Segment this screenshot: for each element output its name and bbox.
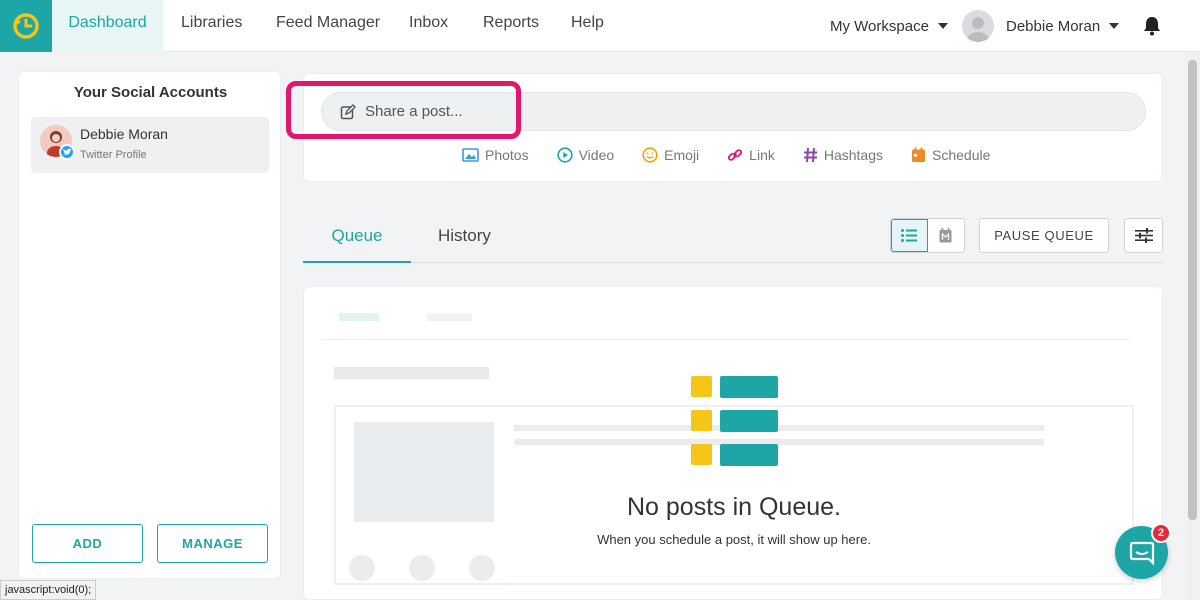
manage-accounts-button[interactable]: MANAGE [157, 524, 268, 563]
list-icon [901, 229, 918, 242]
user-menu[interactable]: Debbie Moran [962, 0, 1120, 52]
link-icon [728, 149, 743, 161]
nav-help[interactable]: Help [571, 0, 604, 52]
calendar-icon [939, 228, 952, 243]
nav-reports[interactable]: Reports [483, 0, 539, 52]
queue-panel: No posts in Queue. When you schedule a p… [303, 286, 1163, 600]
share-post-highlight [286, 81, 521, 139]
chat-icon [1129, 541, 1154, 566]
top-navigation-bar: Dashboard Libraries Feed Manager Inbox R… [0, 0, 1200, 52]
account-type: Twitter Profile [80, 149, 147, 161]
chevron-down-icon [1109, 23, 1120, 29]
account-item[interactable]: Debbie Moran Twitter Profile [31, 117, 269, 173]
clock-logo-icon [13, 13, 39, 39]
empty-state-title: No posts in Queue. [626, 493, 841, 521]
account-name: Debbie Moran [80, 126, 168, 142]
user-avatar-icon [962, 10, 994, 42]
user-name: Debbie Moran [1006, 17, 1101, 35]
social-accounts-sidebar: Your Social Accounts Debbie Moran Twitte… [18, 71, 281, 579]
tab-history[interactable]: History [438, 217, 491, 263]
add-account-button[interactable]: ADD [32, 524, 143, 563]
calendar-icon [912, 147, 926, 162]
photos-button[interactable]: Photos [462, 147, 529, 163]
play-icon [556, 147, 573, 163]
nav-feed-manager[interactable]: Feed Manager [276, 0, 380, 52]
workspace-dropdown[interactable]: My Workspace [830, 0, 948, 52]
emoji-button[interactable]: Emoji [642, 147, 699, 163]
photos-label: Photos [485, 147, 529, 163]
schedule-button[interactable]: Schedule [911, 147, 990, 163]
schedule-label: Schedule [932, 147, 991, 163]
tab-queue[interactable]: Queue [303, 217, 411, 263]
empty-queue-icon [691, 376, 778, 466]
pause-queue-button[interactable]: PAUSE QUEUE [979, 218, 1109, 253]
sidebar-title: Your Social Accounts [73, 84, 228, 101]
hashtags-button[interactable]: Hashtags [803, 147, 883, 163]
notifications-button[interactable] [1143, 0, 1161, 52]
emoji-label: Emoji [664, 147, 700, 163]
nav-inbox[interactable]: Inbox [409, 0, 448, 52]
link-label: Link [749, 147, 775, 163]
video-label: Video [578, 147, 615, 163]
view-toggle [890, 218, 965, 253]
queue-settings-button[interactable] [1124, 218, 1163, 253]
bell-icon [1144, 17, 1160, 36]
workspace-label: My Workspace [830, 17, 929, 35]
nav-dashboard[interactable]: Dashboard [52, 0, 163, 52]
status-bar-url: javascript:void(0); [0, 580, 97, 600]
scrollbar-thumb[interactable] [1188, 60, 1197, 520]
video-button[interactable]: Video [556, 147, 615, 163]
tabs-divider [303, 262, 1163, 263]
photo-icon [462, 148, 479, 162]
notification-badge: 2 [1151, 523, 1171, 543]
logo[interactable] [0, 0, 52, 52]
calendar-view-button[interactable] [928, 219, 964, 252]
twitter-icon [59, 144, 75, 160]
hashtag-icon [803, 147, 817, 163]
link-button[interactable]: Link [727, 147, 775, 163]
list-view-button[interactable] [891, 219, 928, 252]
nav-libraries[interactable]: Libraries [181, 0, 242, 52]
emoji-icon [642, 147, 658, 163]
hashtags-label: Hashtags [823, 147, 884, 163]
empty-state-subtitle: When you schedule a post, it will show u… [597, 532, 871, 547]
sliders-icon [1134, 228, 1153, 243]
chevron-down-icon [937, 23, 948, 29]
media-options: Photos Video Emoji Link Hashtags Schedul… [462, 147, 1018, 163]
